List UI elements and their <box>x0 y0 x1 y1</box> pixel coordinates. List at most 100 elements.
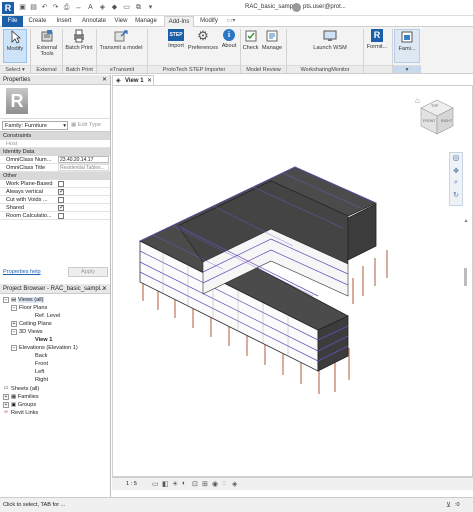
close-icon[interactable]: ✕ <box>102 75 107 85</box>
revit-logo-icon[interactable]: R <box>2 2 14 14</box>
check-button[interactable]: Check <box>241 29 260 63</box>
tree-ceiling-plans[interactable]: + Ceiling Plans <box>11 320 52 328</box>
prop-omniclass-number-value[interactable]: 23.40.20.14.17 <box>58 156 109 163</box>
tab-modify[interactable]: Modify <box>196 16 222 27</box>
redo-icon[interactable]: ↷ <box>51 3 60 12</box>
qat-dropdown-icon[interactable]: ▾ <box>146 3 155 12</box>
tab-add-ins[interactable]: Add-Ins <box>164 16 194 27</box>
detail-level-icon[interactable]: ▭ <box>152 480 159 488</box>
shadows-icon[interactable]: ◐ <box>182 480 186 487</box>
scroll-thumb[interactable] <box>464 268 467 286</box>
scale-label[interactable]: 1 : 5 <box>126 481 137 487</box>
view-cube[interactable]: TOP FRONT RIGHT ⌂ <box>415 96 459 140</box>
temporary-properties-icon[interactable]: ◈ <box>232 480 237 488</box>
visual-style-icon[interactable]: ◧ <box>162 480 169 488</box>
scroll-up-icon[interactable]: ▲ <box>462 218 470 224</box>
open-icon[interactable]: ▣ <box>18 3 27 12</box>
tab-manage[interactable]: Manage <box>132 16 160 27</box>
expand-icon[interactable]: + <box>3 401 9 408</box>
steering-wheel-icon[interactable]: ◎ <box>450 153 462 167</box>
building-model[interactable] <box>113 86 472 476</box>
collapse-icon[interactable]: − <box>11 328 17 335</box>
tree-views[interactable]: − ▤ Views (all) <box>3 296 44 304</box>
close-views-icon[interactable]: ▭ <box>122 3 131 12</box>
tab-insert[interactable]: Insert <box>52 16 76 27</box>
filter-icon[interactable]: ⊻ <box>446 501 451 509</box>
checkbox[interactable] <box>58 204 64 212</box>
tree-right[interactable]: Right <box>35 376 48 384</box>
section-identity[interactable]: Identity Data <box>0 148 110 156</box>
type-selector[interactable]: Family: Furniture ▾ <box>2 121 68 130</box>
tree-3d-views[interactable]: −3D Views <box>11 328 43 336</box>
tab-view[interactable]: View <box>112 16 130 27</box>
switch-windows-icon[interactable]: ⧉ <box>134 3 143 12</box>
tree-floor-plans[interactable]: − Floor Plans <box>11 304 47 312</box>
sun-path-icon[interactable]: ☀ <box>172 480 178 488</box>
close-icon[interactable]: ✕ <box>147 77 152 84</box>
home-icon[interactable]: ⌂ <box>415 96 420 105</box>
tab-create[interactable]: Create <box>25 16 50 27</box>
launch-wsm-button[interactable]: Launch WSM <box>306 29 354 63</box>
tree-back[interactable]: Back <box>35 352 47 360</box>
checkbox[interactable] <box>58 197 64 203</box>
properties-help-link[interactable]: Properties help <box>3 269 41 275</box>
text-icon[interactable]: A <box>86 3 95 12</box>
view-3d-icon[interactable]: ◈ <box>98 3 107 12</box>
checkbox[interactable] <box>58 213 64 219</box>
family-button[interactable]: Fami... <box>394 29 420 63</box>
collapse-icon[interactable]: − <box>11 304 17 311</box>
batch-print-button[interactable]: Batch Print <box>64 29 94 63</box>
view-cube-icon[interactable] <box>415 96 459 140</box>
user-icon[interactable] <box>292 3 301 12</box>
tree-front[interactable]: Front <box>35 360 48 368</box>
close-icon[interactable]: ✕ <box>102 284 107 294</box>
tree-families[interactable]: + ▦ Families <box>3 393 39 401</box>
external-tools-button[interactable]: External Tools <box>33 29 61 63</box>
pan-icon[interactable]: ✥ <box>450 167 462 179</box>
drawing-area[interactable]: TOP FRONT RIGHT ⌂ ◎ ✥ ⌕ ↻ ▲ <box>112 85 473 477</box>
edit-type-button[interactable]: ▦ Edit Type <box>71 121 109 130</box>
collapse-icon[interactable]: − <box>11 344 17 351</box>
undo-icon[interactable]: ↶ <box>40 3 49 12</box>
tree-view-1[interactable]: View 1 <box>35 336 52 344</box>
orbit-icon[interactable]: ↻ <box>450 191 462 203</box>
about-button[interactable]: i About <box>219 29 239 63</box>
hide-isolate-icon[interactable]: ◉ <box>212 480 218 488</box>
lock-icon[interactable]: ⊞ <box>202 480 208 488</box>
formit-button[interactable]: R Formit... <box>364 29 390 63</box>
expand-icon[interactable]: + <box>11 320 17 327</box>
collapse-icon[interactable]: − <box>3 296 9 303</box>
tab-file[interactable]: File <box>2 16 23 27</box>
section-other[interactable]: Other <box>0 172 110 180</box>
checkbox[interactable] <box>58 188 64 196</box>
save-icon[interactable]: ▤ <box>29 3 38 12</box>
manage-button[interactable]: Manage <box>260 29 284 63</box>
zoom-icon[interactable]: ⌕ <box>450 179 462 191</box>
tree-sheets[interactable]: ▭ Sheets (all) <box>3 385 39 393</box>
print-icon[interactable]: ⎙ <box>62 3 71 12</box>
tab-annotate[interactable]: Annotate <box>78 16 110 27</box>
crop-view-icon[interactable]: ⊡ <box>192 480 198 488</box>
tree-elevations[interactable]: − Elevations (Elevation 1) <box>11 344 78 352</box>
apply-button[interactable]: Apply <box>68 267 108 277</box>
tree-ref-level[interactable]: Ref. Level <box>35 312 60 320</box>
user-account[interactable]: pts.user@prot... <box>303 4 346 10</box>
tree-revit-links[interactable]: ∞ Revit Links <box>3 409 38 417</box>
checkbox[interactable] <box>58 181 64 187</box>
expand-icon[interactable]: + <box>3 393 9 400</box>
preferences-button[interactable]: ⚙ Preferences <box>187 29 219 63</box>
ribbon-toggle-icon[interactable]: ▭▾ <box>226 16 236 27</box>
tree-groups[interactable]: + ▣ Groups <box>3 401 36 409</box>
measure-icon[interactable]: ↔ <box>74 3 83 12</box>
view-tab[interactable]: ◈ View 1 ✕ <box>112 75 154 85</box>
import-button[interactable]: STEP Import <box>166 29 186 63</box>
section-icon[interactable]: ◆ <box>110 3 119 12</box>
section-constraints[interactable]: Constraints <box>0 132 110 140</box>
tree-left[interactable]: Left <box>35 368 44 376</box>
panel-family[interactable]: ▾ <box>393 65 421 73</box>
vertical-scrollbar[interactable]: ▲ <box>462 218 470 468</box>
reveal-hidden-icon[interactable]: ◌ <box>222 480 226 487</box>
transmit-model-button[interactable]: Transmit a model <box>97 29 145 63</box>
modify-button[interactable]: Modify <box>3 29 27 63</box>
panel-select[interactable]: Select ▾ <box>0 65 30 73</box>
